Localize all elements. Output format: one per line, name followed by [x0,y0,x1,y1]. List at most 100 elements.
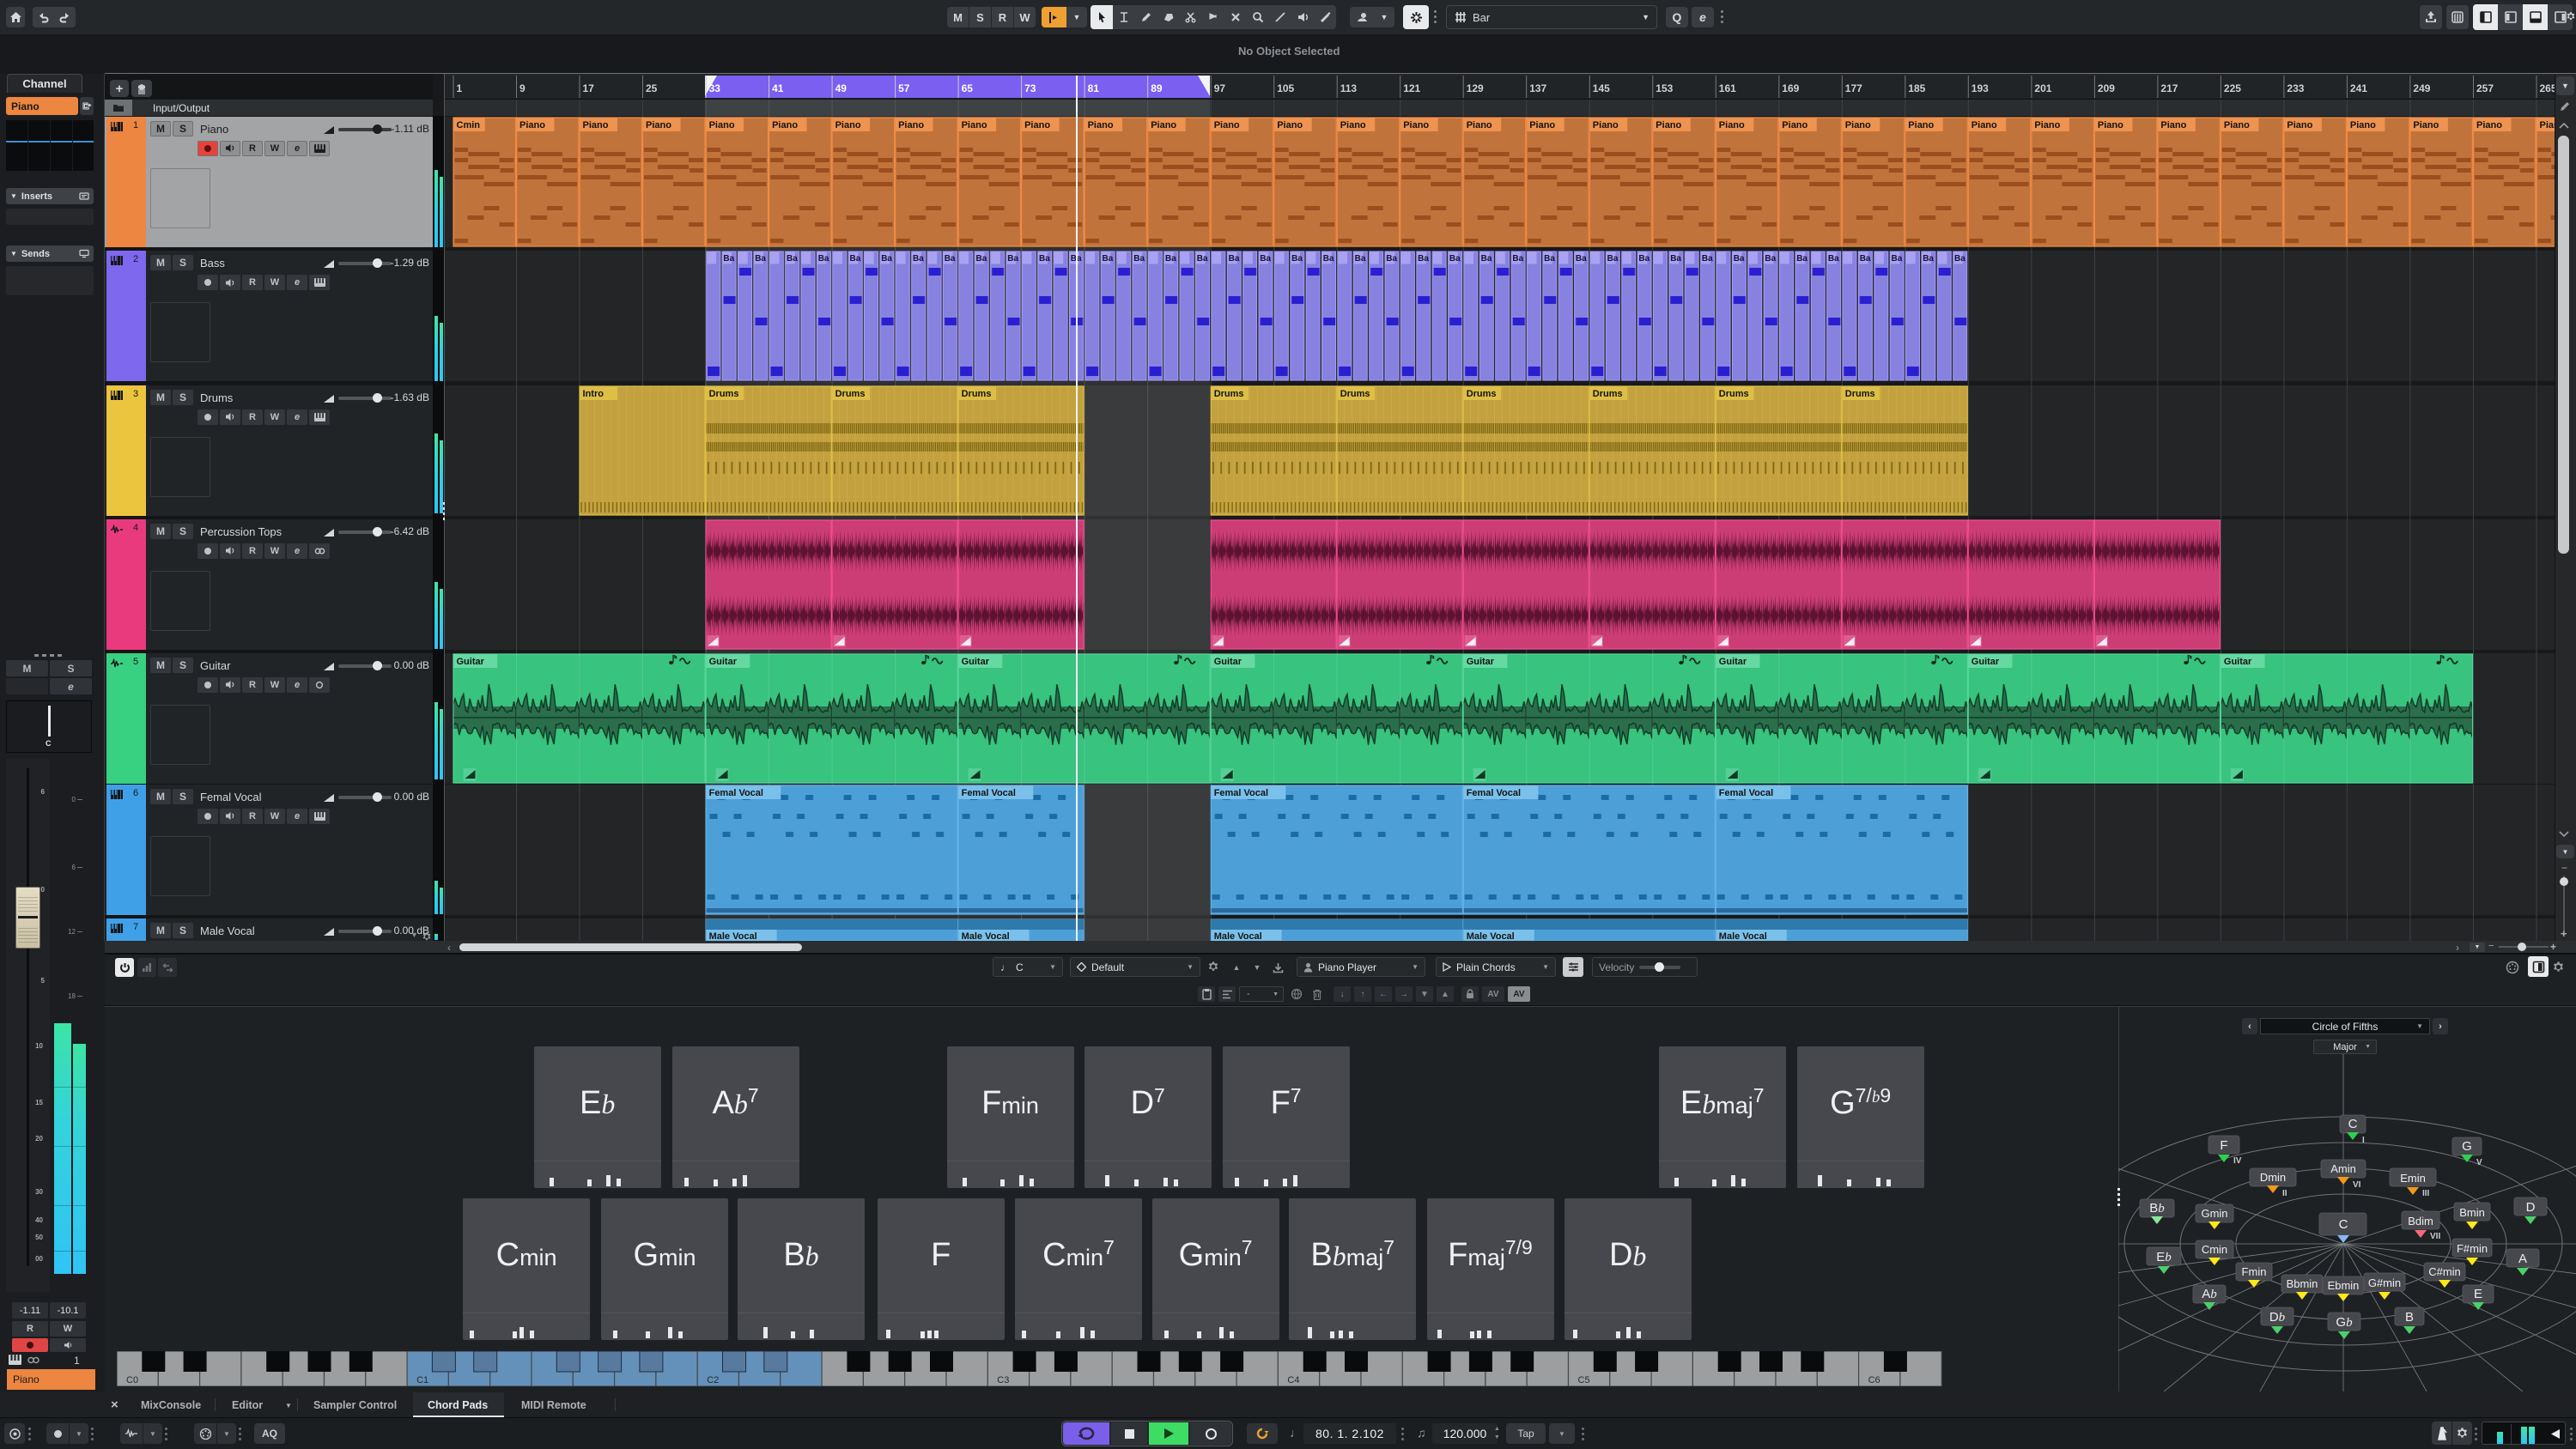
svg-text:Piano: Piano [961,120,987,130]
svg-text:Drums: Drums [1466,389,1496,399]
svg-text:9: 9 [519,82,526,94]
svg-text:Piano: Piano [2097,120,2123,130]
svg-text:D: D [2526,1200,2536,1215]
svg-text:IV: IV [2233,1156,2242,1166]
svg-text:Guitar: Guitar [1718,657,1747,667]
svg-text:A: A [2518,1252,2527,1266]
svg-text:73: 73 [1024,82,1036,94]
svg-text:C2: C2 [707,1375,719,1385]
svg-text:Piano: Piano [519,120,545,130]
svg-text:113: 113 [1340,82,1357,94]
svg-text:Piano: Piano [1908,120,1934,130]
svg-text:C1: C1 [416,1375,428,1385]
svg-text:241: 241 [2349,82,2366,94]
svg-text:97: 97 [1213,82,1225,94]
svg-text:Piano: Piano [1340,120,1365,130]
svg-text:Piano: Piano [2223,120,2249,130]
svg-text:Piano: Piano [2413,120,2439,130]
svg-text:Piano: Piano [2349,120,2375,130]
svg-text:161: 161 [1718,82,1735,94]
svg-text:89: 89 [1151,82,1163,94]
svg-text:129: 129 [1466,82,1483,94]
svg-text:17: 17 [582,82,594,94]
svg-text:Piano: Piano [1844,120,1870,130]
svg-text:C4: C4 [1287,1375,1299,1385]
svg-text:C3: C3 [997,1375,1009,1385]
svg-text:Piano: Piano [1466,120,1492,130]
svg-text:F#min: F#min [2457,1242,2488,1255]
svg-text:Piano: Piano [1277,120,1303,130]
svg-text:Gb: Gb [2336,1315,2353,1330]
svg-text:137: 137 [1529,82,1546,94]
svg-text:VI: VI [2353,1180,2361,1190]
svg-text:Piano: Piano [708,120,734,130]
svg-text:193: 193 [1971,82,1988,94]
svg-text:V: V [2476,1158,2482,1167]
svg-text:Piano: Piano [1529,120,1555,130]
svg-text:Bmin: Bmin [2459,1206,2485,1219]
svg-text:41: 41 [772,82,784,94]
svg-text:Male Vocal: Male Vocal [1718,931,1766,941]
svg-text:VII: VII [2430,1232,2440,1241]
svg-text:Male Vocal: Male Vocal [1213,931,1261,941]
svg-text:Male Vocal: Male Vocal [708,931,756,941]
svg-text:81: 81 [1087,82,1099,94]
svg-text:Piano: Piano [1151,120,1176,130]
svg-text:Guitar: Guitar [1466,657,1494,667]
svg-text:153: 153 [1656,82,1673,94]
svg-text:Piano: Piano [2476,120,2502,130]
svg-text:Femal Vocal: Femal Vocal [1466,788,1520,798]
svg-text:1: 1 [456,82,462,94]
svg-text:Male Vocal: Male Vocal [961,931,1009,941]
svg-text:Gmin: Gmin [2201,1207,2227,1220]
svg-text:Piano: Piano [2539,120,2555,130]
svg-text:Piano: Piano [646,120,671,130]
svg-text:Ebmin: Ebmin [2328,1279,2360,1292]
svg-text:Femal Vocal: Femal Vocal [1718,788,1772,798]
svg-text:C0: C0 [126,1375,138,1385]
svg-text:Intro: Intro [582,389,604,399]
svg-text:C: C [2348,1117,2358,1131]
svg-text:Piano: Piano [1024,120,1050,130]
svg-text:C#min: C#min [2428,1265,2461,1278]
svg-text:C5: C5 [1578,1375,1590,1385]
svg-text:33: 33 [708,82,720,94]
svg-text:Drums: Drums [1592,389,1622,399]
svg-text:Piano: Piano [2287,120,2312,130]
svg-text:Ab: Ab [2202,1287,2217,1301]
svg-text:C: C [2339,1217,2348,1232]
svg-text:Drums: Drums [1718,389,1748,399]
svg-text:Eb: Eb [2156,1250,2172,1264]
svg-text:Femal Vocal: Femal Vocal [708,788,762,798]
svg-text:Cmin: Cmin [456,120,480,130]
svg-text:Guitar: Guitar [961,657,989,667]
svg-text:57: 57 [898,82,910,94]
svg-text:257: 257 [2476,82,2494,94]
svg-text:Drums: Drums [835,389,865,399]
svg-text:I: I [2362,1136,2365,1145]
svg-text:E: E [2474,1287,2482,1301]
svg-text:Drums: Drums [1844,389,1874,399]
svg-text:F: F [2220,1138,2227,1153]
svg-text:Drums: Drums [1340,389,1370,399]
svg-text:Piano: Piano [835,120,860,130]
svg-text:25: 25 [646,82,658,94]
svg-text:Bdim: Bdim [2408,1215,2433,1228]
svg-text:Guitar: Guitar [1971,657,1999,667]
svg-text:B: B [2405,1310,2414,1325]
svg-text:Piano: Piano [1782,120,1807,130]
svg-text:Piano: Piano [898,120,924,130]
svg-text:233: 233 [2287,82,2304,94]
svg-text:209: 209 [2097,82,2114,94]
svg-text:Male Vocal: Male Vocal [1466,931,1514,941]
svg-text:65: 65 [961,82,973,94]
svg-text:225: 225 [2223,82,2240,94]
svg-text:185: 185 [1908,82,1925,94]
svg-text:Femal Vocal: Femal Vocal [961,788,1015,798]
svg-text:Bb: Bb [2149,1201,2165,1216]
svg-text:Piano: Piano [2160,120,2186,130]
svg-text:249: 249 [2413,82,2430,94]
svg-text:145: 145 [1592,82,1609,94]
svg-text:49: 49 [835,82,847,94]
svg-text:II: II [2282,1189,2287,1198]
